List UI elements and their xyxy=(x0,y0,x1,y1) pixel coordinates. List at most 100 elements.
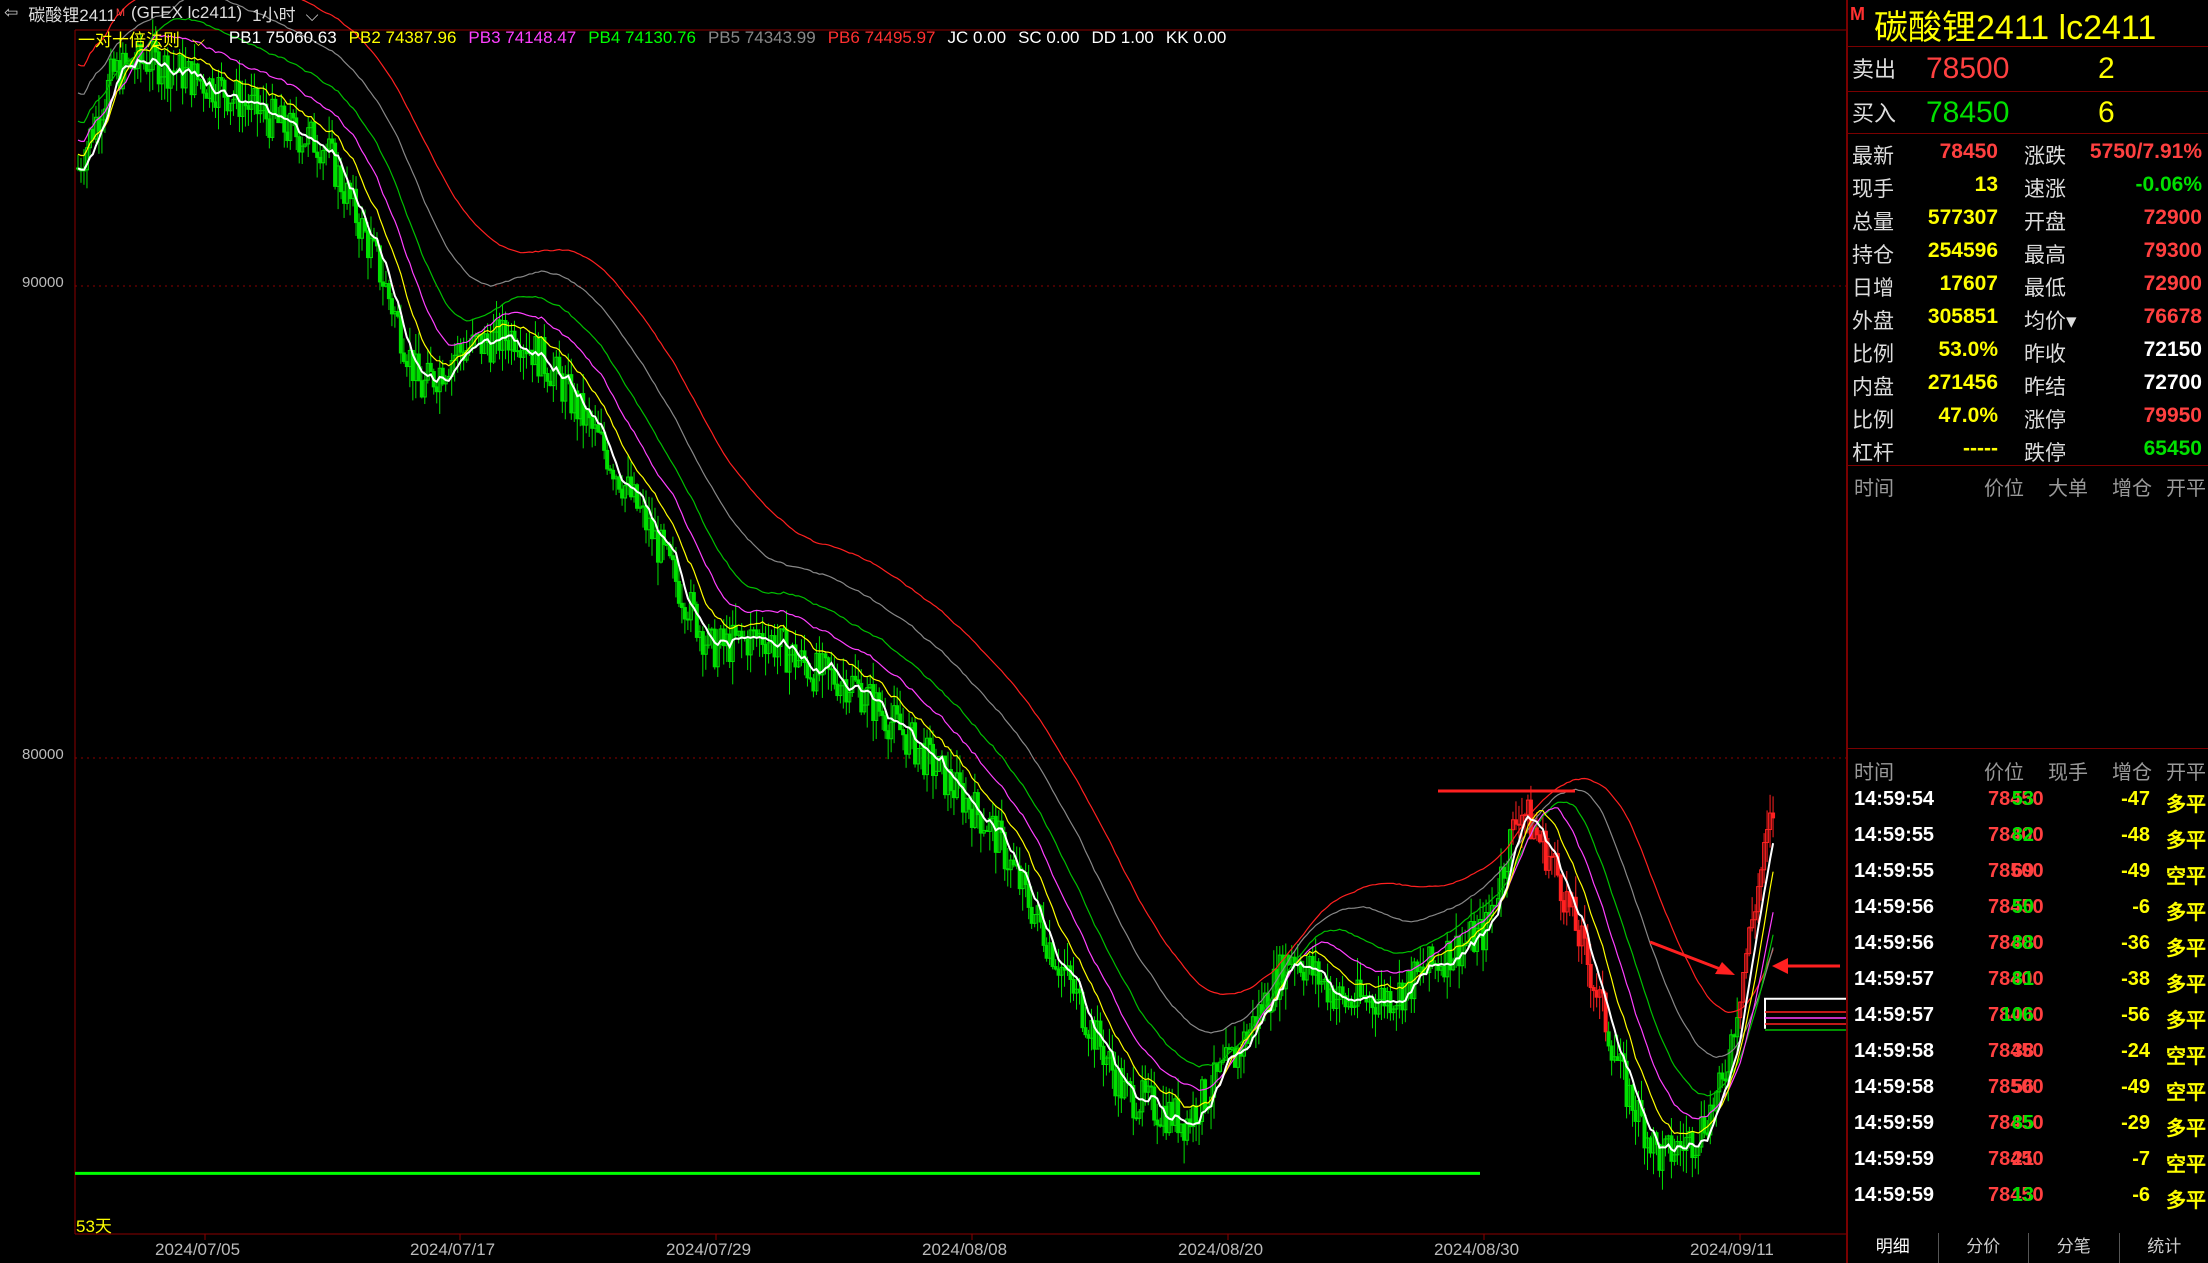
tick-row[interactable]: 14:59:57 78400 81 -38 多平 xyxy=(1848,962,2208,998)
tick-row[interactable]: 14:59:58 78500 56 -49 空平 xyxy=(1848,1070,2208,1106)
tick-cell: -24 xyxy=(2121,1040,2150,1062)
candle-body xyxy=(255,88,260,115)
bid-row[interactable]: 买入 78450 6 xyxy=(1848,92,2208,132)
stats-cell: 外盘 xyxy=(1852,310,1894,333)
kline-chart[interactable] xyxy=(0,0,1846,1263)
x-tick-label: 2024/08/20 xyxy=(1178,1240,1264,1259)
candle-body xyxy=(1083,1027,1088,1036)
stats-cell: 254596 xyxy=(1927,239,1998,262)
candle-body xyxy=(880,710,885,717)
contract-code: (GFEX lc2411) xyxy=(130,3,243,22)
tick-row[interactable]: 14:59:57 78400 106 -56 多平 xyxy=(1848,998,2208,1034)
stats-cell: 271456 xyxy=(1927,371,1998,394)
candle-body xyxy=(1702,1116,1707,1134)
stats-cell: 47.0% xyxy=(1938,404,1998,427)
tick-cell: 14:59:59 xyxy=(1854,1112,1935,1134)
tab-3[interactable]: 统计 xyxy=(2120,1233,2208,1263)
candle-body xyxy=(1155,1119,1160,1126)
tick-cell: -7 xyxy=(2132,1148,2150,1170)
tick-cell: 多平 xyxy=(2166,1118,2206,1140)
ma-line xyxy=(77,45,1774,1135)
x-tick-label: 2024/07/29 xyxy=(666,1240,752,1259)
tick-cell: 14:59:56 xyxy=(1854,896,1935,918)
x-tick-label: 2024/07/05 xyxy=(155,1240,241,1259)
stats-row: 杠杆 ----- 跌停 65450 xyxy=(1848,433,2208,466)
panel-title: 碳酸锂2411 lc2411 xyxy=(1874,9,2157,47)
stats-cell: 72150 xyxy=(2143,338,2202,361)
candle-body xyxy=(1011,859,1016,866)
stats-cell: 现手 xyxy=(1852,178,1894,201)
chevron-down-icon: ⌵ xyxy=(305,5,319,25)
candle-body xyxy=(1630,1084,1635,1111)
period-selector[interactable]: 1小时 ⌵ xyxy=(252,1,328,26)
candle-body xyxy=(1340,986,1345,997)
tick-row[interactable]: 14:59:59 78450 85 -29 多平 xyxy=(1848,1106,2208,1142)
ask-row[interactable]: 卖出 78500 2 xyxy=(1848,48,2208,88)
stats-cell: 速涨 xyxy=(2024,178,2066,201)
stats-cell: 78450 xyxy=(1939,140,1998,163)
indicator-value: JC 0.00 xyxy=(947,28,1007,47)
candle-body xyxy=(679,602,684,609)
stats-cell: 比例 xyxy=(1852,343,1894,366)
tab-1[interactable]: 分价 xyxy=(1939,1233,2029,1263)
tick-row[interactable]: 14:59:55 78400 82 -48 多平 xyxy=(1848,818,2208,854)
stats-row: 总量 577307 开盘 72900 xyxy=(1848,202,2208,235)
back-icon[interactable]: ⇦ xyxy=(4,3,18,23)
tick-row[interactable]: 14:59:58 78450 38 -24 空平 xyxy=(1848,1034,2208,1070)
tick-row[interactable]: 14:59:55 78500 69 -49 空平 xyxy=(1848,854,2208,890)
candle-body xyxy=(682,607,687,620)
candle-body xyxy=(401,352,406,362)
tick-cell: 多平 xyxy=(2166,974,2206,996)
column-header: 大单 xyxy=(2048,478,2088,500)
tick-row[interactable]: 14:59:56 78400 88 -36 多平 xyxy=(1848,926,2208,962)
tick-cell: -29 xyxy=(2121,1112,2150,1134)
candle-body xyxy=(1771,812,1776,819)
candle-body xyxy=(691,592,696,605)
candle-body xyxy=(853,675,858,681)
title-bar: ⇦ 碳酸锂2411 M (GFEX lc2411) 1小时 ⌵ xyxy=(0,0,1845,26)
stats-row: 日增 17607 最低 72900 xyxy=(1848,268,2208,301)
tab-2[interactable]: 分笔 xyxy=(2029,1233,2120,1263)
tick-cell: 多平 xyxy=(2166,938,2206,960)
candle-body xyxy=(1513,819,1518,825)
tick-row[interactable]: 14:59:56 78450 50 -6 多平 xyxy=(1848,890,2208,926)
stats-cell: 最新 xyxy=(1852,145,1894,168)
candle-body xyxy=(1606,1031,1611,1047)
candle-body xyxy=(1588,963,1593,989)
candle-body xyxy=(339,165,344,193)
stats-cell: 总量 xyxy=(1852,211,1894,234)
stats-cell: -0.06% xyxy=(2135,173,2202,196)
column-header: 增仓 xyxy=(2112,762,2152,784)
stats-cell: 72900 xyxy=(2143,206,2202,229)
candle-body xyxy=(315,151,320,158)
candle-body xyxy=(1534,827,1539,836)
tick-row[interactable]: 14:59:59 78450 13 -6 多平 xyxy=(1848,1178,2208,1214)
candle-body xyxy=(273,98,278,115)
stats-cell: 日增 xyxy=(1852,277,1894,300)
candle-body xyxy=(966,797,971,810)
tick-cell: -56 xyxy=(2121,1004,2150,1026)
tick-row[interactable]: 14:59:59 78450 21 -7 空平 xyxy=(1848,1142,2208,1178)
stats-row: 外盘 305851 均价▾ 76678 xyxy=(1848,301,2208,334)
tick-header: 时间 价位 现手 增仓 开平 xyxy=(1848,752,2208,784)
stats-cell: 内盘 xyxy=(1852,376,1894,399)
column-header: 增仓 xyxy=(2112,478,2152,500)
tick-cell: -49 xyxy=(2121,860,2150,882)
tab-0[interactable]: 明细 xyxy=(1848,1233,1939,1263)
stats-cell: ----- xyxy=(1963,437,1998,460)
tick-cell: 多平 xyxy=(2166,1010,2206,1032)
tick-cell: -47 xyxy=(2121,788,2150,810)
candle-body xyxy=(617,476,622,490)
tick-cell: 14:59:55 xyxy=(1854,824,1935,846)
stats-cell: 72700 xyxy=(2143,371,2202,394)
stats-cell: 最高 xyxy=(2024,244,2066,267)
indicator-name[interactable]: 一对十倍法则 ⌵ xyxy=(78,26,217,51)
tick-cell: -48 xyxy=(2121,824,2150,846)
tick-row[interactable]: 14:59:54 78450 53 -47 多平 xyxy=(1848,782,2208,818)
column-header: 时间 xyxy=(1854,478,1894,500)
candle-body xyxy=(673,559,678,582)
candle-body xyxy=(386,283,391,300)
stats-cell: 涨跌 xyxy=(2024,145,2066,168)
candle-body xyxy=(1316,961,1321,985)
panel-tabs: 明细 分价 分笔 统计 xyxy=(1848,1233,2208,1263)
